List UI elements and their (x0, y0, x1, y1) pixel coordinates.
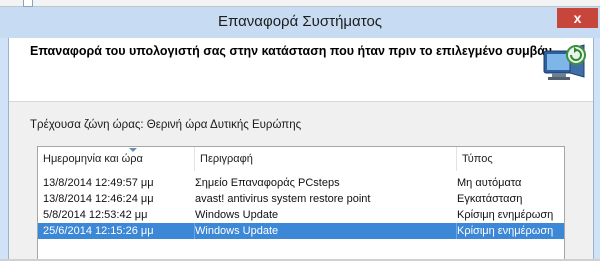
page-heading: Επαναφορά του υπολογιστή σας στην κατάστ… (30, 44, 552, 58)
row-description: Σημείο Επαναφοράς PCsteps (195, 177, 340, 189)
sort-arrow-icon (129, 148, 137, 152)
background-window-edge (0, 0, 600, 7)
title-bar[interactable]: Επαναφορά Συστήματος x (0, 7, 600, 38)
checkbox-fragment (23, 0, 33, 7)
row-type: Κρίσιμη ενημέρωση (457, 225, 554, 237)
column-header-type[interactable]: Τύπος (457, 147, 564, 171)
table-row[interactable]: 13/8/2014 12:46:24 μμ avast! antivirus s… (38, 191, 564, 207)
row-datetime: 13/8/2014 12:46:24 μμ (43, 193, 154, 205)
system-restore-icon (543, 44, 586, 80)
close-button[interactable]: x (557, 8, 598, 28)
table-row-selected[interactable]: 25/6/2014 12:15:26 μμ Windows Update Κρί… (38, 223, 564, 239)
column-header-description[interactable]: Περιγραφή (195, 147, 457, 171)
row-type: Μη αυτόματα (457, 177, 522, 189)
table-row[interactable]: 13/8/2014 12:49:57 μμ Σημείο Επαναφοράς … (38, 175, 564, 191)
column-header-row: Ημερομηνία και ώρα Περιγραφή Τύπος (38, 147, 564, 171)
system-restore-window: Επαναφορά Συστήματος x Επαναφορά του υπο… (0, 0, 600, 261)
row-datetime: 13/8/2014 12:49:57 μμ (43, 177, 154, 189)
row-description: Windows Update (195, 223, 457, 239)
row-type: Κρίσιμη ενημέρωση (457, 209, 554, 221)
window-client-area: Επαναφορά του υπολογιστή σας στην κατάστ… (8, 38, 594, 261)
row-datetime: 25/6/2014 12:15:26 μμ (38, 223, 195, 239)
row-description: avast! antivirus system restore point (195, 193, 371, 205)
table-row[interactable]: 5/8/2014 12:53:42 μμ Windows Update Κρίσ… (38, 207, 564, 223)
restore-points-list[interactable]: Ημερομηνία και ώρα Περιγραφή Τύπος 13/8/… (37, 146, 565, 261)
column-header-datetime[interactable]: Ημερομηνία και ώρα (38, 147, 195, 171)
row-description: Windows Update (195, 209, 279, 221)
window-title: Επαναφορά Συστήματος (217, 13, 383, 30)
timezone-label: Τρέχουσα ζώνη ώρας: Θερινή ώρα Δυτικής Ε… (30, 119, 302, 131)
row-datetime: 5/8/2014 12:53:42 μμ (43, 209, 148, 221)
row-type: Εγκατάσταση (457, 193, 523, 205)
dialog-header: Επαναφορά του υπολογιστή σας στην κατάστ… (9, 38, 593, 102)
